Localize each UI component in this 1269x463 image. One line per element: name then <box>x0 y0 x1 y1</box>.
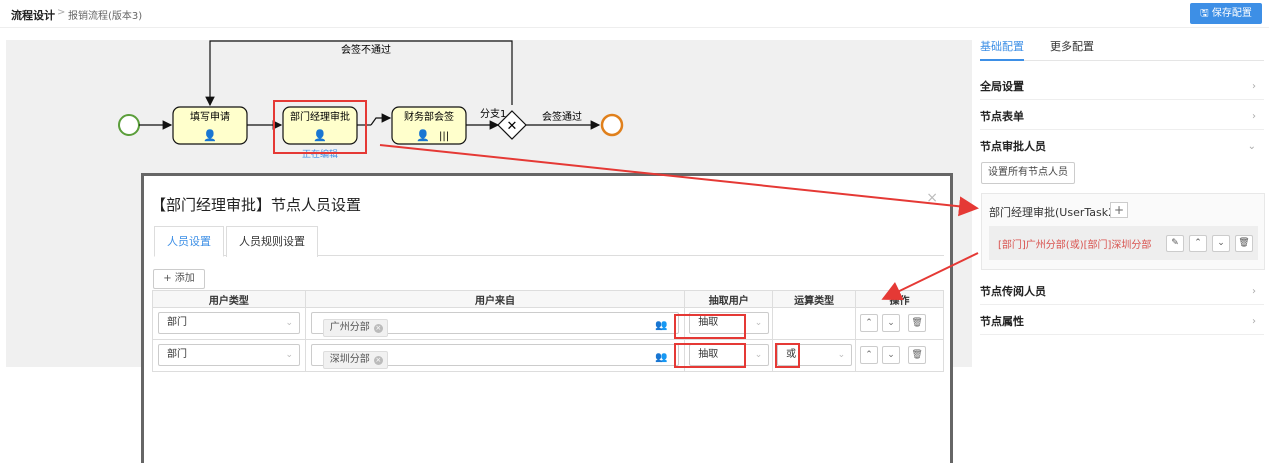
table-header: 用户类型 用户来自 抽取用户 运算类型 操作 <box>152 290 944 308</box>
tab-user-rule-settings[interactable]: 人员规则设置 <box>226 226 318 257</box>
save-config-label: 保存配置 <box>1211 8 1252 19</box>
section-label: 节点表单 <box>980 110 1024 123</box>
user-type-select[interactable]: 部门 ⌄ <box>158 344 300 366</box>
delete-icon[interactable]: 🗑 <box>1235 235 1253 252</box>
section-label: 节点传阅人员 <box>980 285 1046 298</box>
edge-manager-finance-tail <box>370 113 392 126</box>
multi-instance-icon: ||| <box>439 131 449 142</box>
tab-more-config[interactable]: 更多配置 <box>1050 38 1094 54</box>
node-approver-card: 部门经理审批(UserTask2) + [部门]广州分部(或)[部门]深圳分部 … <box>981 193 1265 270</box>
right-panel-tabs: 基础配置 更多配置 <box>980 36 1264 61</box>
user-task-icon: 👤 <box>313 129 327 142</box>
end-event[interactable] <box>600 113 624 137</box>
user-task-icon: 👤 <box>416 129 430 142</box>
user-picker-icon[interactable]: 👥 <box>655 348 667 368</box>
chevron-down-icon: ⌄ <box>1247 141 1256 152</box>
chevron-down-icon: ⌄ <box>754 318 763 328</box>
user-type-select[interactable]: 部门 ⌄ <box>158 312 300 334</box>
section-node-properties[interactable]: 节点属性 › <box>980 308 1264 335</box>
close-icon[interactable]: × <box>926 190 938 206</box>
save-config-button[interactable]: 🖫 保存配置 <box>1190 3 1262 24</box>
highlight-box-extract-2 <box>674 343 746 368</box>
col-actions: 操作 <box>855 290 944 308</box>
col-user-type: 用户类型 <box>152 290 306 308</box>
remove-tag-icon[interactable]: × <box>373 324 383 333</box>
chip-label: 深圳分部 <box>329 354 370 365</box>
col-user-source: 用户来自 <box>304 290 686 308</box>
approver-rule-text: [部门]广州分部(或)[部门]深圳分部 <box>998 240 1152 251</box>
move-up-icon[interactable]: ⌃ <box>1189 235 1207 252</box>
remove-tag-icon[interactable]: × <box>373 356 383 365</box>
chevron-down-icon: ⌄ <box>285 350 293 360</box>
move-down-icon[interactable]: ⌄ <box>882 314 901 332</box>
task-fill-label: 填写申请 <box>190 110 230 123</box>
add-row-button[interactable]: + 添加 <box>153 269 205 289</box>
chevron-right-icon: › <box>1252 286 1256 297</box>
section-node-cc[interactable]: 节点传阅人员 › <box>980 278 1264 305</box>
start-event[interactable] <box>118 114 140 136</box>
section-label: 全局设置 <box>980 80 1024 93</box>
task-finance-label: 财务部会签 <box>404 110 454 123</box>
dialog-tabs: 人员设置 人员规则设置 <box>154 226 944 257</box>
dialog-title: 【部门经理审批】节点人员设置 <box>151 196 362 214</box>
chevron-down-icon: ⌄ <box>837 350 846 360</box>
move-up-icon[interactable]: ⌃ <box>860 346 879 364</box>
section-label: 节点属性 <box>980 315 1024 328</box>
section-global-settings[interactable]: 全局设置 › <box>980 73 1264 100</box>
gateway-x-icon: ✕ <box>507 119 518 134</box>
tag-chip: 深圳分部 × <box>322 351 388 369</box>
section-node-approvers[interactable]: 节点审批人员 ⌄ <box>980 133 1264 160</box>
approver-rule-row: [部门]广州分部(或)[部门]深圳分部 ✎ ⌃ ⌄ 🗑 <box>989 226 1258 260</box>
user-source-field[interactable]: 广州分部 × 👥 <box>310 312 679 337</box>
branch-label: 分支1 <box>480 108 506 120</box>
move-down-icon[interactable]: ⌄ <box>882 346 901 364</box>
chevron-right-icon: › <box>1252 81 1256 92</box>
set-all-node-users-button[interactable]: 设置所有节点人员 <box>981 162 1075 184</box>
user-settings-table: 用户类型 用户来自 抽取用户 运算类型 操作 部门 ⌄ 广州分部 × 👥 抽取 ⌄ ⌃ … <box>152 290 944 372</box>
table-row: 部门 ⌄ 广州分部 × 👥 抽取 ⌄ ⌃ ⌄ 🗑 <box>152 307 944 340</box>
breadcrumb-separator: > <box>57 7 66 18</box>
select-value: 部门 <box>167 349 187 360</box>
op-type-cell-empty <box>772 307 857 340</box>
user-picker-icon[interactable]: 👥 <box>655 316 667 336</box>
tab-basic-config[interactable]: 基础配置 <box>980 38 1024 61</box>
chevron-right-icon: › <box>1252 111 1256 122</box>
section-label: 节点审批人员 <box>980 140 1046 153</box>
edit-icon[interactable]: ✎ <box>1166 235 1184 252</box>
delete-icon[interactable]: 🗑 <box>908 314 927 332</box>
chevron-down-icon: ⌄ <box>285 318 293 328</box>
pass-label: 会签通过 <box>542 110 582 123</box>
select-value: 部门 <box>167 317 187 328</box>
user-task-icon: 👤 <box>203 129 217 142</box>
chevron-down-icon: ⌄ <box>754 350 763 360</box>
chip-label: 广州分部 <box>329 322 370 333</box>
move-up-icon[interactable]: ⌃ <box>860 314 879 332</box>
node-user-settings-dialog: 【部门经理审批】节点人员设置 × 人员设置 人员规则设置 + 添加 用户类型 用… <box>141 173 953 463</box>
breadcrumb-current: 报销流程(版本3) <box>68 11 143 22</box>
col-op-type: 运算类型 <box>772 290 857 308</box>
breadcrumb-root[interactable]: 流程设计 <box>11 7 55 23</box>
section-node-form[interactable]: 节点表单 › <box>980 103 1264 130</box>
user-source-field[interactable]: 深圳分部 × 👥 <box>310 344 679 369</box>
tag-chip: 广州分部 × <box>322 319 388 337</box>
move-down-icon[interactable]: ⌄ <box>1212 235 1230 252</box>
tab-user-settings[interactable]: 人员设置 <box>154 226 224 257</box>
node-title: 部门经理审批(UserTask2) <box>989 206 1120 219</box>
chevron-right-icon: › <box>1252 316 1256 327</box>
top-bar: 流程设计 > 报销流程(版本3) 🖫 保存配置 <box>0 0 1269 28</box>
save-icon: 🖫 <box>1200 8 1212 19</box>
highlight-box-extract-1 <box>674 314 746 339</box>
delete-icon[interactable]: 🗑 <box>908 346 927 364</box>
loop-edge-label: 会签不通过 <box>341 43 391 56</box>
table-row: 部门 ⌄ 深圳分部 × 👥 抽取 ⌄ 或 ⌄ ⌃ ⌄ 🗑 <box>152 339 944 372</box>
task-manager-label: 部门经理审批 <box>290 110 350 123</box>
col-extract-user: 抽取用户 <box>684 290 774 308</box>
highlight-box-op <box>775 343 800 368</box>
add-approver-button[interactable]: + <box>1110 202 1128 218</box>
